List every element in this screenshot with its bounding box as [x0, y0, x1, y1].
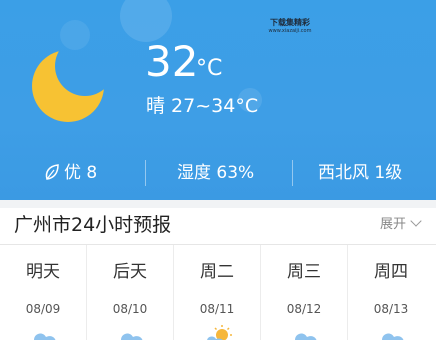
watermark-title: 下载集精彩: [270, 18, 310, 27]
background-bubble: [120, 0, 172, 42]
day-date: 08/13: [373, 302, 409, 316]
weather-stats-bar: 优 8 湿度 63% 西北风 1级: [0, 150, 436, 196]
stat-divider: [145, 160, 146, 186]
air-quality-label: 优 8: [64, 163, 98, 183]
forecast-title: 广州市24小时预报: [14, 214, 172, 236]
current-temperature: 32: [145, 37, 199, 86]
day-name: 后天: [113, 262, 147, 282]
section-separator: [0, 200, 436, 208]
wind-stat: 西北风 1级: [318, 163, 403, 183]
cloud-icon: [34, 333, 56, 340]
condition-range: 晴 27~34°C: [146, 95, 259, 117]
chevron-down-icon: [410, 215, 422, 227]
crescent-moon-icon: [32, 50, 104, 122]
forecast-day-4[interactable]: 周四 08/13: [348, 245, 434, 340]
cloud-icon: [382, 333, 404, 340]
day-date: 08/09: [25, 302, 61, 316]
day-name: 周三: [287, 262, 321, 282]
forecast-day-1[interactable]: 后天 08/10: [87, 245, 173, 340]
day-date: 08/11: [199, 302, 235, 316]
expand-button[interactable]: 展开: [379, 214, 422, 236]
day-name: 周四: [374, 262, 408, 282]
day-date: 08/10: [112, 302, 148, 316]
expand-label: 展开: [379, 217, 406, 232]
forecast-day-0[interactable]: 明天 08/09: [0, 245, 86, 340]
forecast-day-3[interactable]: 周三 08/12: [261, 245, 347, 340]
day-name: 周二: [200, 262, 234, 282]
cloud-icon: [121, 333, 143, 340]
humidity-stat: 湿度 63%: [177, 163, 255, 183]
air-quality-stat[interactable]: 优 8: [44, 150, 97, 196]
temperature-unit: °C: [196, 56, 223, 81]
watermark-url: www.xiazaiji.com: [268, 28, 312, 34]
watermark-logo: 下载集精彩 www.xiazaiji.com: [262, 18, 318, 35]
cloud-icon: [295, 333, 317, 340]
day-name: 明天: [26, 262, 60, 282]
stat-divider: [292, 160, 293, 186]
partly-sunny-icon: [207, 325, 232, 340]
leaf-icon: [45, 163, 59, 180]
day-date: 08/12: [286, 302, 322, 316]
forecast-day-2[interactable]: 周二 08/11: [174, 245, 260, 340]
current-weather-panel: 32 °C 晴 27~34°C 下载集精彩 www.xiazaiji.com 优…: [0, 0, 436, 200]
